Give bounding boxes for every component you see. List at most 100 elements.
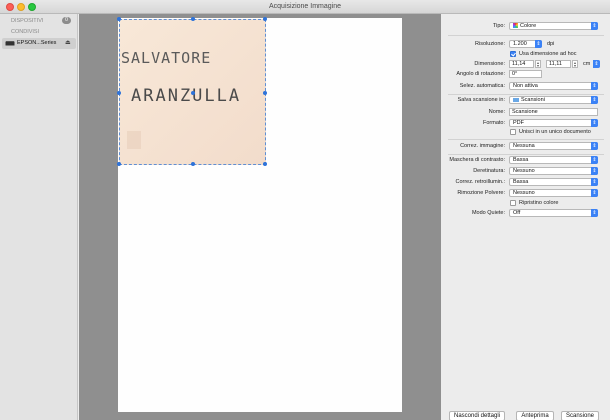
selection-handle-top[interactable] [191, 17, 195, 21]
rotazione-label: Angolo di rotazione: [456, 71, 505, 77]
modo-quiete-value: Off [513, 210, 521, 216]
selection-handle-top-left[interactable] [117, 17, 121, 21]
color-swatch-icon [513, 23, 518, 28]
deretinatura-select[interactable]: Nessuno ⇕ [509, 167, 598, 175]
height-stepper[interactable]: ▴ ▾ [572, 60, 578, 68]
image-capture-window: Acquisizione Immagine DISPOSITIVI 0 COND… [0, 0, 610, 420]
chevron-updown-icon: ⇕ [593, 60, 600, 68]
selection-handle-top-right[interactable] [263, 17, 267, 21]
maschera-contrasto-select[interactable]: Bassa ⇕ [509, 156, 598, 164]
dpi-unit-label: dpi [547, 41, 555, 47]
correz-immagine-label: Correz. immagine: [460, 143, 505, 149]
width-stepper[interactable]: ▴ ▾ [535, 60, 541, 68]
formato-select[interactable]: PDF ⇕ [509, 119, 598, 127]
rimozione-polvere-value: Nessuno [513, 190, 535, 196]
tipo-label: Tipo: [492, 23, 505, 29]
row-selez-auto: Selez. automatica: Non attiva ⇕ [442, 82, 610, 91]
selection-handle-center[interactable] [191, 91, 195, 95]
row-maschera-contrasto: Maschera di contrasto: Bassa ⇕ [442, 156, 610, 165]
modo-quiete-select[interactable]: Off ⇕ [509, 209, 598, 217]
scan-button[interactable]: Scansione [561, 411, 599, 420]
salva-in-select[interactable]: Scansioni ⇕ [509, 96, 598, 104]
unisci-label: Unisci in un unico documento [519, 129, 591, 135]
use-custom-size-checkbox[interactable] [510, 51, 516, 57]
shared-heading: CONDIVISI [11, 29, 40, 35]
scan-settings-panel: Tipo: Colore ⇕ Risoluzione: 1.200 ⇕ dpi … [442, 14, 610, 420]
selez-auto-select[interactable]: Non attiva ⇕ [509, 82, 598, 90]
dimensione-label: Dimensione: [474, 61, 505, 67]
eject-icon[interactable]: ⏏ [65, 39, 71, 46]
formato-value: PDF [513, 120, 524, 126]
row-dimensione: Dimensione: 11,14 ▴ ▾ 11,11 ▴ ▾ cm ⇕ [442, 60, 610, 69]
row-use-custom-size: Usa dimensione ad hoc [442, 50, 610, 59]
modo-quiete-label: Modo Quiete: [471, 210, 505, 216]
row-salva-in: Salva scansione in: Scansioni ⇕ [442, 96, 610, 105]
scan-selection-rectangle[interactable] [117, 17, 267, 166]
chevron-updown-icon: ⇕ [591, 178, 598, 186]
tipo-value: Colore [520, 23, 537, 29]
correz-retro-select[interactable]: Bassa ⇕ [509, 178, 598, 186]
divider [448, 94, 604, 95]
ripristino-colore-checkbox[interactable] [510, 200, 516, 206]
correz-immagine-value: Nessuna [513, 143, 535, 149]
row-modo-quiete: Modo Quiete: Off ⇕ [442, 209, 610, 218]
devices-count-badge: 0 [62, 17, 71, 24]
chevron-updown-icon: ⇕ [591, 119, 598, 127]
salva-in-label: Salva scansione in: [457, 97, 505, 103]
row-rimozione-polvere: Rimozione Polvere: Nessuno ⇕ [442, 189, 610, 198]
unisci-checkbox[interactable] [510, 129, 516, 135]
deretinatura-label: Deretinatura: [473, 168, 505, 174]
folder-icon [513, 98, 519, 102]
selez-auto-value: Non attiva [513, 83, 538, 89]
salva-in-value: Scansioni [521, 97, 545, 103]
ripristino-colore-label: Ripristino colore [519, 200, 559, 206]
chevron-updown-icon: ⇕ [591, 96, 598, 104]
chevron-updown-icon: ⇕ [535, 40, 542, 48]
sidebar-item-epson-scanner[interactable]: EPSON...Series ⏏ [2, 38, 76, 49]
selection-handle-right[interactable] [263, 91, 267, 95]
chevron-updown-icon: ⇕ [591, 22, 598, 30]
row-unisci: Unisci in un unico documento [442, 128, 610, 137]
hide-details-button[interactable]: Nascondi dettagli [449, 411, 505, 420]
devices-heading: DISPOSITIVI [11, 18, 44, 24]
nome-label: Nome: [488, 109, 505, 115]
maschera-contrasto-value: Bassa [513, 157, 529, 163]
chevron-updown-icon: ⇕ [591, 142, 598, 150]
chevron-updown-icon: ⇕ [591, 189, 598, 197]
row-nome: Nome: Scansione [442, 108, 610, 117]
row-tipo: Tipo: Colore ⇕ [442, 22, 610, 31]
rimozione-polvere-select[interactable]: Nessuno ⇕ [509, 189, 598, 197]
selection-handle-bottom-left[interactable] [117, 162, 121, 166]
row-formato: Formato: PDF ⇕ [442, 119, 610, 128]
width-field[interactable]: 11,14 [509, 60, 534, 68]
selection-handle-bottom[interactable] [191, 162, 195, 166]
preview-button[interactable]: Anteprima [516, 411, 554, 420]
rotazione-field[interactable]: 0° [509, 70, 542, 78]
divider [448, 154, 604, 155]
unit-select[interactable]: ⇕ [593, 60, 600, 68]
scanner-icon [5, 41, 15, 46]
tipo-select[interactable]: Colore ⇕ [509, 22, 598, 30]
chevron-updown-icon: ⇕ [591, 82, 598, 90]
correz-immagine-select[interactable]: Nessuna ⇕ [509, 142, 598, 150]
row-ripristino-colore: Ripristino colore [442, 199, 610, 208]
correz-retro-label: Correz. retroillumin.: [455, 179, 505, 185]
chevron-updown-icon: ⇕ [591, 167, 598, 175]
height-field[interactable]: 11,11 [546, 60, 571, 68]
maschera-contrasto-label: Maschera di contrasto: [449, 157, 505, 163]
cm-unit-label: cm [583, 61, 591, 67]
scanner-bed-page: SALVATORE ARANZULLA [117, 17, 402, 412]
selez-auto-label: Selez. automatica: [459, 83, 505, 89]
selection-handle-left[interactable] [117, 91, 121, 95]
device-name-label: EPSON...Series [17, 40, 57, 46]
divider [448, 139, 604, 140]
nome-field[interactable]: Scansione [509, 108, 598, 116]
risoluzione-select[interactable]: 1.200 ⇕ [509, 40, 542, 48]
window-title: Acquisizione Immagine [269, 3, 341, 10]
risoluzione-label: Risoluzione: [475, 41, 505, 47]
title-bar: Acquisizione Immagine [0, 0, 610, 14]
scan-preview-area: SALVATORE ARANZULLA [79, 14, 441, 420]
use-custom-size-label: Usa dimensione ad hoc [519, 51, 577, 57]
selection-handle-bottom-right[interactable] [263, 162, 267, 166]
risoluzione-value: 1.200 [513, 41, 527, 47]
